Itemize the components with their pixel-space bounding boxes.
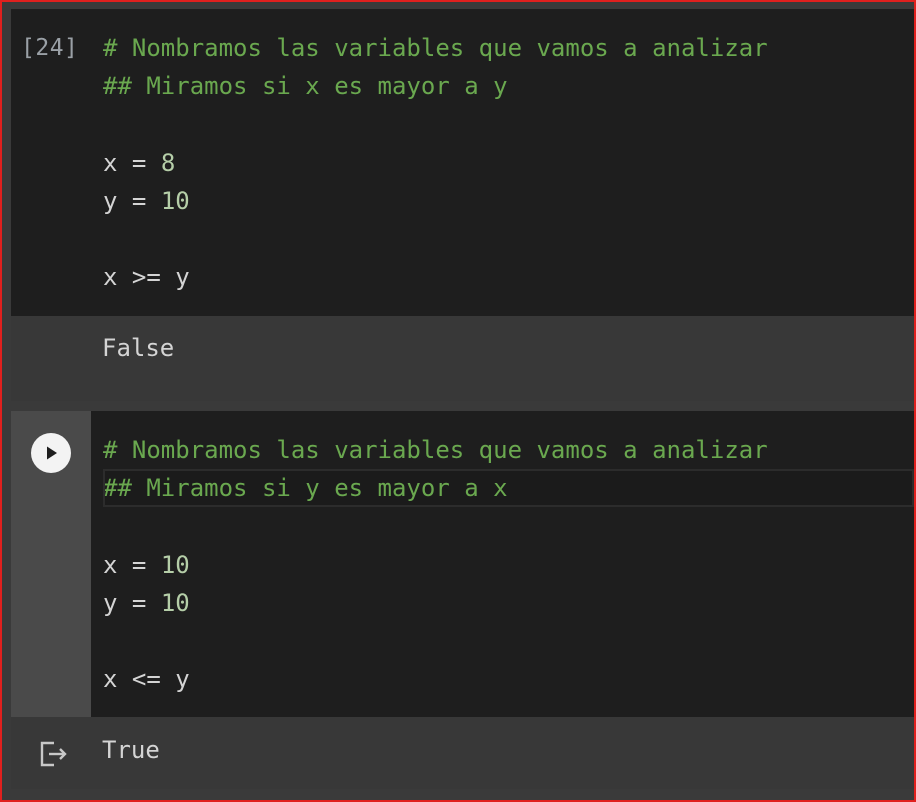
current-code-line: ## Miramos si y es mayor a x — [103, 469, 914, 508]
operator: = — [117, 588, 161, 617]
code-line: y = 10 — [103, 182, 914, 220]
variable: y — [103, 186, 118, 215]
number-literal: 10 — [160, 186, 190, 215]
variable: x — [103, 550, 118, 579]
operator: = — [117, 148, 161, 177]
cell-1-gutter: [24] — [11, 9, 91, 316]
code-line: # Nombramos las variables que vamos a an… — [103, 34, 768, 62]
code-line: x = 10 — [103, 546, 914, 584]
variable: y — [103, 588, 118, 617]
cell-1-editor[interactable]: [24] # Nombramos las variables que vamos… — [11, 9, 914, 316]
code-line: x = 8 — [103, 144, 914, 182]
cell-2-editor[interactable]: # Nombramos las variables que vamos a an… — [11, 411, 914, 717]
cell-2-output: True — [11, 717, 914, 789]
variable: x — [103, 148, 118, 177]
operator: = — [117, 550, 161, 579]
number-literal: 10 — [160, 550, 190, 579]
code-line: ## Miramos si x es mayor a y — [103, 72, 508, 101]
cell-1-output: False — [11, 316, 914, 401]
run-cell-button[interactable] — [31, 433, 71, 473]
output-text: False — [102, 334, 175, 362]
operator: = — [117, 186, 161, 215]
execution-count: [24] — [21, 35, 79, 61]
cell-2-gutter — [11, 411, 91, 717]
clear-output-icon[interactable] — [38, 739, 70, 769]
play-icon — [47, 446, 57, 460]
code-line: y = 10 — [103, 584, 914, 622]
code-cell-1[interactable]: [24] # Nombramos las variables que vamos… — [11, 9, 914, 401]
code-line: x >= y — [103, 263, 190, 292]
code-cell-2[interactable]: # Nombramos las variables que vamos a an… — [11, 411, 914, 789]
number-literal: 8 — [160, 148, 176, 177]
cell-2-code[interactable]: # Nombramos las variables que vamos a an… — [103, 431, 914, 698]
number-literal: 10 — [160, 588, 190, 617]
cell-1-code[interactable]: # Nombramos las variables que vamos a an… — [103, 29, 914, 296]
output-text: True — [102, 736, 160, 764]
code-line: x <= y — [103, 665, 190, 694]
notebook-frame: [24] # Nombramos las variables que vamos… — [0, 0, 916, 802]
code-line: # Nombramos las variables que vamos a an… — [103, 436, 768, 464]
